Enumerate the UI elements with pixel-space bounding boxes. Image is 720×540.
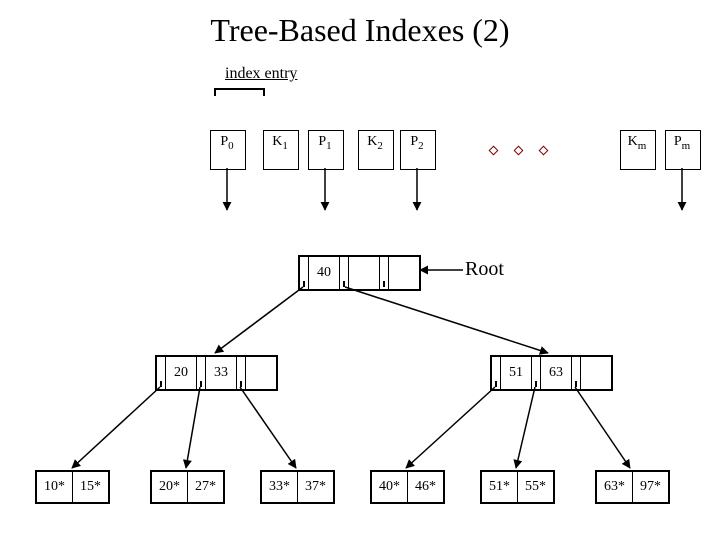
ellipsis-dot (539, 146, 549, 156)
page-title: Tree-Based Indexes (2) (0, 12, 720, 49)
idx-label-km: Km (620, 134, 654, 152)
leaf-entry: 15* (73, 472, 108, 502)
leaf-entry: 20* (152, 472, 188, 502)
root-label: Root (465, 258, 504, 281)
leaf-entry: 55* (518, 472, 553, 502)
leaf-entry: 27* (188, 472, 223, 502)
root-ptr (340, 257, 349, 289)
node-blank (581, 357, 611, 389)
root-blank (389, 257, 419, 289)
leaf-entry: 33* (262, 472, 298, 502)
node-key: 63 (541, 357, 572, 389)
leaf-node: 40* 46* (370, 470, 445, 504)
node-ptr (237, 357, 246, 389)
leaf-node: 51* 55* (480, 470, 555, 504)
leaf-entry: 63* (597, 472, 633, 502)
leaf-entry: 51* (482, 472, 518, 502)
node-ptr (492, 357, 501, 389)
idx-label-pm: Pm (665, 134, 699, 152)
leaf-entry: 37* (298, 472, 333, 502)
leaf-entry: 10* (37, 472, 73, 502)
ellipsis-dot (489, 146, 499, 156)
idx-label-p1: P1 (308, 134, 342, 152)
root-ptr (300, 257, 309, 289)
node-ptr (157, 357, 166, 389)
idx-label-k1: K1 (263, 134, 297, 152)
leaf-entry: 97* (633, 472, 668, 502)
root-blank (349, 257, 380, 289)
leaf-node: 10* 15* (35, 470, 110, 504)
leaf-node: 33* 37* (260, 470, 335, 504)
leaf-entry: 40* (372, 472, 408, 502)
idx-label-p2: P2 (400, 134, 434, 152)
root-key: 40 (309, 257, 340, 289)
internal-node-left: 20 33 (155, 355, 278, 391)
node-key: 33 (206, 357, 237, 389)
root-ptr (380, 257, 389, 289)
index-entry-bracket (214, 88, 265, 96)
node-key: 51 (501, 357, 532, 389)
index-entry-label: index entry (225, 65, 297, 83)
node-key: 20 (166, 357, 197, 389)
root-node: 40 (298, 255, 421, 291)
internal-node-right: 51 63 (490, 355, 613, 391)
leaf-node: 20* 27* (150, 470, 225, 504)
node-ptr (197, 357, 206, 389)
leaf-node: 63* 97* (595, 470, 670, 504)
idx-label-p0: P0 (210, 134, 244, 152)
ellipsis-dot (514, 146, 524, 156)
idx-label-k2: K2 (358, 134, 392, 152)
node-blank (246, 357, 276, 389)
node-ptr (532, 357, 541, 389)
node-ptr (572, 357, 581, 389)
leaf-entry: 46* (408, 472, 443, 502)
